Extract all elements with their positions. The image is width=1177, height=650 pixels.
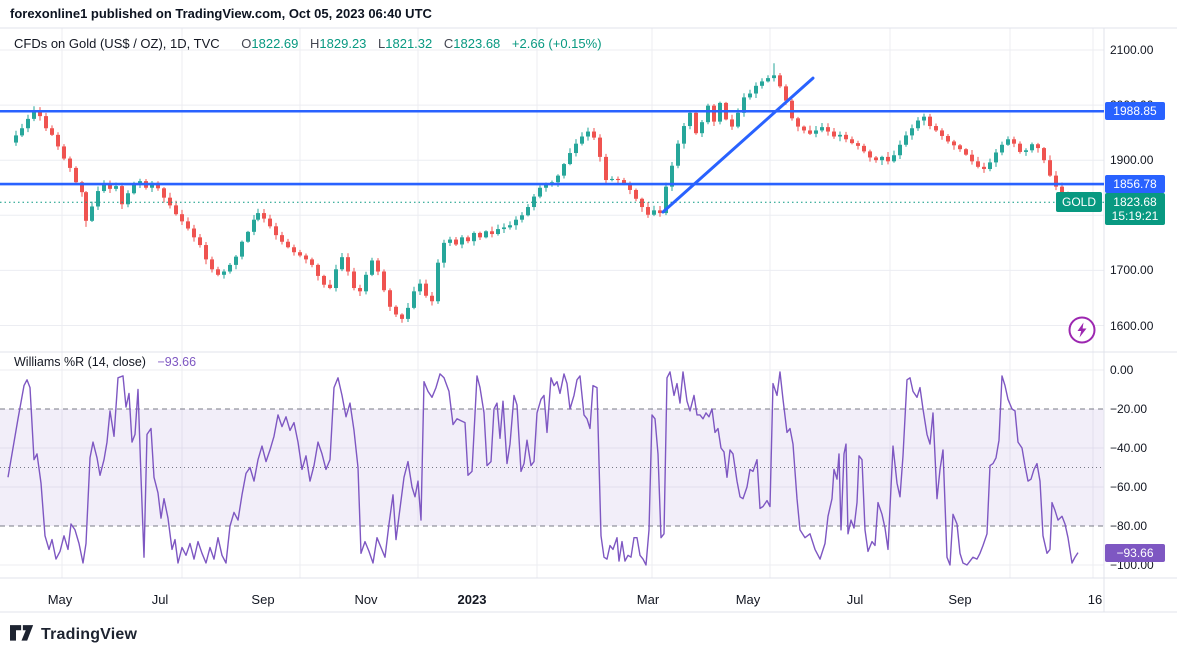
open-value: 1822.69 [251, 36, 298, 51]
low-value: 1821.32 [385, 36, 432, 51]
indicator-legend[interactable]: Williams %R (14, close) −93.66 [14, 355, 196, 369]
change-value: +2.66 (+0.15%) [512, 36, 602, 51]
close-label: C [444, 36, 453, 51]
high-value: 1829.23 [319, 36, 366, 51]
flash-icon[interactable] [1067, 315, 1097, 345]
chart-canvas[interactable] [0, 0, 1177, 650]
resistance-price-badge: 1988.85 [1105, 102, 1165, 120]
support-price-badge: 1856.78 [1105, 175, 1165, 193]
high-label: H [310, 36, 319, 51]
indicator-value: −93.66 [157, 355, 196, 369]
last-price-badge: 1823.68 15:19:21 [1105, 193, 1165, 225]
symbol-title[interactable]: CFDs on Gold (US$ / OZ), 1D, TVC [14, 36, 220, 51]
indicator-title[interactable]: Williams %R (14, close) [14, 355, 146, 369]
symbol-legend[interactable]: CFDs on Gold (US$ / OZ), 1D, TVC O1822.6… [14, 36, 602, 51]
last-price-value: 1823.68 [1105, 195, 1165, 209]
bar-countdown: 15:19:21 [1105, 209, 1165, 223]
symbol-price-label: GOLD [1056, 192, 1102, 212]
williams-r-value-badge: −93.66 [1105, 544, 1165, 562]
close-value: 1823.68 [453, 36, 500, 51]
publish-header: forexonline1 published on TradingView.co… [10, 6, 432, 21]
tradingview-chart-widget: forexonline1 published on TradingView.co… [0, 0, 1177, 650]
open-label: O [241, 36, 251, 51]
